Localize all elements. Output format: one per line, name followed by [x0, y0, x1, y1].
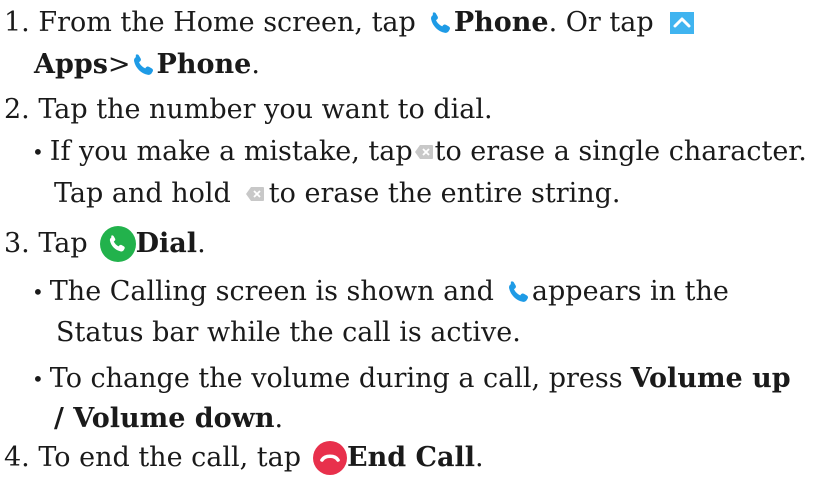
phone-icon — [506, 279, 532, 305]
backspace-icon — [245, 186, 265, 202]
step-2-bullet-1-cont: Tap and hold to erase the entire string. — [54, 174, 621, 214]
step-4-end: . — [475, 442, 484, 473]
end-call-label: End Call — [347, 442, 476, 473]
step-3-end: . — [197, 228, 206, 259]
apps-label: Apps — [34, 49, 108, 80]
end-call-icon — [313, 441, 348, 475]
step-2-bullet-1: • If you make a mistake, tap to erase a … — [32, 132, 807, 172]
step-3-text: 3. Tap — [4, 228, 88, 259]
step-3-bullet-2: • To change the volume during a call, pr… — [32, 359, 791, 399]
dial-label: Dial — [135, 228, 198, 259]
step-4-text: 4. To end the call, tap — [4, 442, 302, 473]
step-4-line: 4. To end the call, tap End Call . — [4, 438, 484, 478]
bullet: • — [32, 367, 44, 391]
step-3-bullet-1-text-b: appears in the — [531, 276, 729, 307]
step-2-bullet-text-d: to erase the entire string. — [268, 178, 621, 209]
dial-icon — [99, 226, 136, 262]
backspace-icon — [414, 144, 434, 160]
step-3-bullet-2-text-a: To change the volume during a call, pres… — [49, 363, 623, 394]
step-3-bullet-1-text-c: Status bar while the call is active. — [56, 317, 521, 348]
separator-gt: > — [107, 49, 131, 80]
phone-icon — [428, 10, 454, 36]
apps-chevron-up-icon — [669, 12, 694, 34]
step-1-line-1: 1. From the Home screen, tap Phone . Or … — [4, 3, 694, 43]
phone-icon — [131, 52, 157, 78]
step-3-bullet-1-text-a: The Calling screen is shown and — [49, 276, 494, 307]
step-2-bullet-text-a: If you make a mistake, tap — [49, 136, 413, 167]
step-2-text: 2. Tap the number you want to dial. — [4, 94, 493, 125]
volume-down-label: / Volume down — [54, 403, 275, 434]
step-1-text: 1. From the Home screen, tap — [4, 7, 416, 38]
step-3-bullet-1-cont: Status bar while the call is active. — [56, 313, 521, 353]
bullet: • — [32, 140, 44, 164]
step-1-mid: . Or tap — [548, 7, 654, 38]
phone-label: Phone — [453, 7, 549, 38]
volume-up-label: Volume up — [630, 363, 791, 394]
step-3-line: 3. Tap Dial . — [4, 222, 206, 266]
bullet: • — [32, 280, 44, 304]
step-3-bullet-2-end: . — [274, 403, 284, 434]
step-3-bullet-1: • The Calling screen is shown and appear… — [32, 272, 729, 312]
step-1-line-2: Apps > Phone . — [34, 45, 260, 85]
step-2-line: 2. Tap the number you want to dial. — [4, 90, 493, 130]
step-2-bullet-text-c: Tap and hold — [54, 178, 231, 209]
phone-label: Phone — [156, 49, 252, 80]
step-1-end: . — [251, 49, 260, 80]
step-3-bullet-2-cont: / Volume down . — [54, 399, 283, 439]
step-2-bullet-text-b: to erase a single character. — [434, 136, 807, 167]
